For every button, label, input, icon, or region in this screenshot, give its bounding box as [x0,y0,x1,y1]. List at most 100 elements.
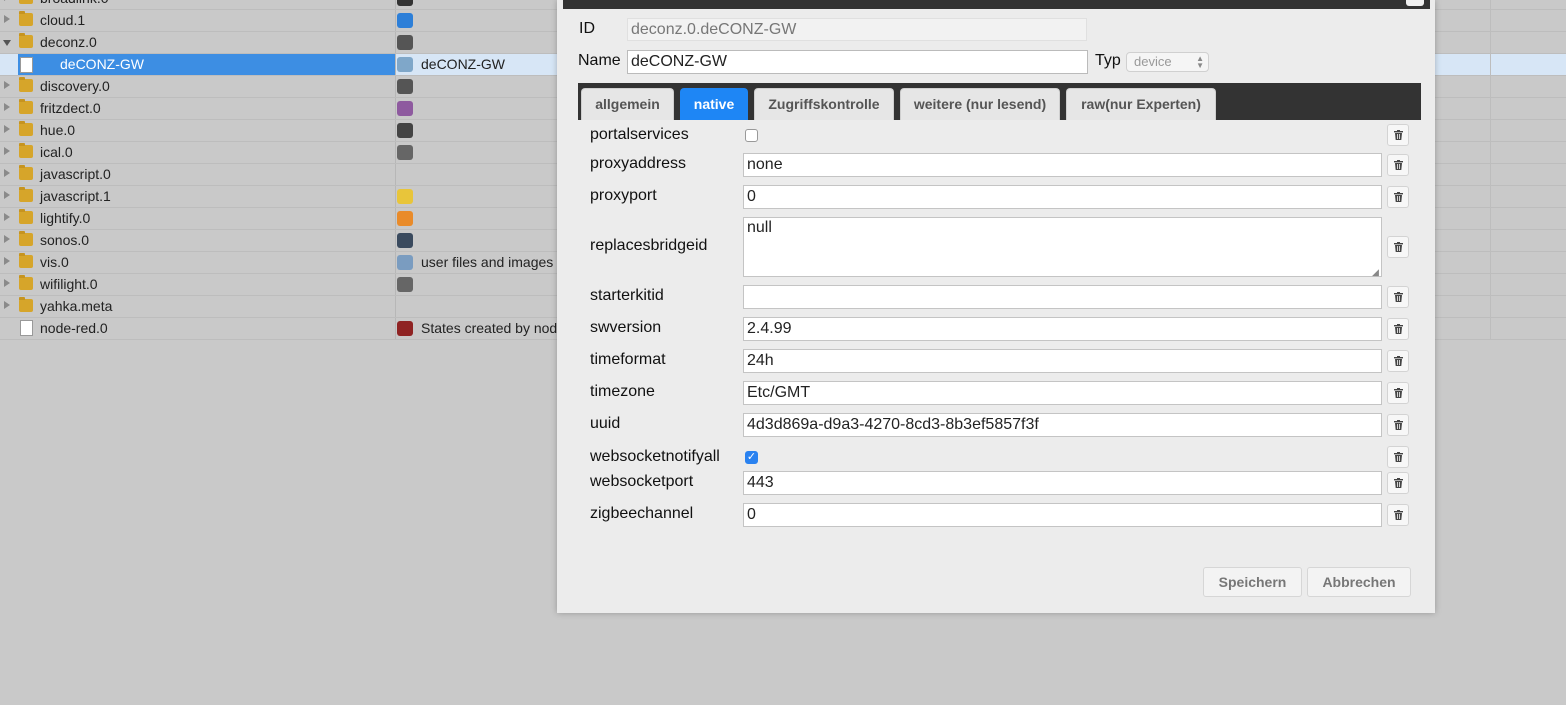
column-divider [395,318,396,339]
tree-name-cell[interactable]: yahka.meta [18,296,395,317]
expand-triangle-icon[interactable] [4,125,10,133]
name-label: Name [578,52,621,69]
tree-item-label: sonos.0 [40,232,90,248]
folder-icon [19,231,33,246]
field-textarea[interactable]: null [743,217,1382,277]
tree-item-description: States created by nod [421,320,558,336]
field-input[interactable]: 2.4.99 [743,317,1382,341]
column-divider [395,296,396,317]
tree-name-cell[interactable]: broadlink.0 [18,0,395,9]
tree-item-label: hue.0 [40,122,76,138]
tree-item-label: wifilight.0 [40,276,98,292]
tab-allgemein[interactable]: allgemein [581,88,674,120]
trash-icon[interactable] [1387,382,1409,404]
lightify-icon [397,211,413,226]
trash-icon[interactable] [1387,186,1409,208]
tree-item-label: broadlink.0 [40,0,109,6]
column-divider [395,54,396,75]
tree-name-cell[interactable]: cloud.1 [18,10,395,31]
tree-name-cell[interactable]: sonos.0 [18,230,395,251]
folder-icon [19,77,33,92]
trash-icon[interactable] [1387,236,1409,258]
collapse-triangle-icon[interactable] [3,40,11,46]
trash-icon[interactable] [1387,318,1409,340]
tab-zugriffskontrolle[interactable]: Zugriffskontrolle [754,88,894,120]
node-red-icon [397,321,413,336]
expand-triangle-icon[interactable] [4,279,10,287]
column-divider [1490,76,1491,97]
expand-triangle-icon[interactable] [4,15,10,23]
name-input[interactable]: deCONZ-GW [627,50,1088,74]
expand-triangle-icon[interactable] [4,235,10,243]
field-input[interactable]: 24h [743,349,1382,373]
tree-item-label: discovery.0 [40,78,110,94]
column-divider [1490,10,1491,31]
tree-name-cell[interactable]: javascript.1 [18,186,395,207]
trash-icon[interactable] [1387,154,1409,176]
tree-item-label: ical.0 [40,144,73,160]
tree-item-description: deCONZ-GW [421,56,505,72]
tree-name-cell[interactable]: wifilight.0 [18,274,395,295]
folder-icon [19,99,33,114]
expand-triangle-icon[interactable] [4,169,10,177]
tree-name-cell[interactable]: javascript.0 [18,164,395,185]
expand-triangle-icon[interactable] [4,191,10,199]
javascript-icon [397,189,413,204]
tree-name-cell[interactable]: deCONZ-GW [18,54,395,75]
typ-select[interactable]: device ▲ ▼ [1126,52,1209,72]
folder-icon [19,209,33,224]
field-input[interactable]: none [743,153,1382,177]
column-divider [1490,32,1491,53]
resize-handle-icon[interactable]: ◢ [1372,267,1379,278]
select-arrows-icon: ▲ ▼ [1196,54,1204,70]
expand-triangle-icon[interactable] [4,257,10,265]
expand-triangle-icon[interactable] [4,147,10,155]
tree-name-cell[interactable]: fritzdect.0 [18,98,395,119]
column-divider [395,164,396,185]
cancel-button[interactable]: Abbrechen [1307,567,1411,597]
tree-name-cell[interactable]: ical.0 [18,142,395,163]
expand-triangle-icon[interactable] [4,0,10,1]
trash-icon[interactable] [1387,472,1409,494]
expand-triangle-icon[interactable] [4,81,10,89]
expand-triangle-icon[interactable] [4,103,10,111]
tree-name-cell[interactable]: lightify.0 [18,208,395,229]
folder-icon [19,187,33,202]
expand-triangle-icon[interactable] [4,301,10,309]
field-label: websocketport [590,473,694,490]
tree-name-cell[interactable]: node-red.0 [18,318,395,339]
field-label: replacesbridgeid [590,237,708,254]
hue-icon [397,123,413,138]
tree-name-cell[interactable]: vis.0 [18,252,395,273]
field-input[interactable]: 0 [743,503,1382,527]
trash-icon[interactable] [1387,350,1409,372]
tree-name-cell[interactable]: deconz.0 [18,32,395,53]
field-input[interactable]: Etc/GMT [743,381,1382,405]
tree-name-cell[interactable]: discovery.0 [18,76,395,97]
trash-icon[interactable] [1387,414,1409,436]
tab-weitere[interactable]: weitere (nur lesend) [900,88,1060,120]
checked-checkbox[interactable]: ✓ [745,451,758,464]
trash-icon[interactable] [1387,504,1409,526]
tree-item-label: lightify.0 [40,210,91,226]
field-input[interactable]: 0 [743,185,1382,209]
tab-native[interactable]: native [680,88,748,120]
fritzdect-icon [397,101,413,116]
trash-icon[interactable] [1387,286,1409,308]
field-input[interactable] [743,285,1382,309]
column-divider [1490,230,1491,251]
expand-triangle-icon[interactable] [4,213,10,221]
field-input[interactable]: 4d3d869a-d9a3-4270-8cd3-8b3ef5857f3f [743,413,1382,437]
field-label: swversion [590,319,662,336]
field-label: proxyport [590,187,657,204]
field-input[interactable]: 443 [743,471,1382,495]
tab-bar: allgemein native Zugriffskontrolle weite… [578,83,1421,120]
tab-raw[interactable]: raw(nur Experten) [1066,88,1216,120]
checkbox[interactable] [745,129,758,142]
trash-icon[interactable] [1387,446,1409,468]
trash-icon[interactable] [1387,124,1409,146]
column-divider [395,252,396,273]
save-button[interactable]: Speichern [1203,567,1302,597]
tree-name-cell[interactable]: hue.0 [18,120,395,141]
close-icon[interactable] [1406,0,1424,6]
